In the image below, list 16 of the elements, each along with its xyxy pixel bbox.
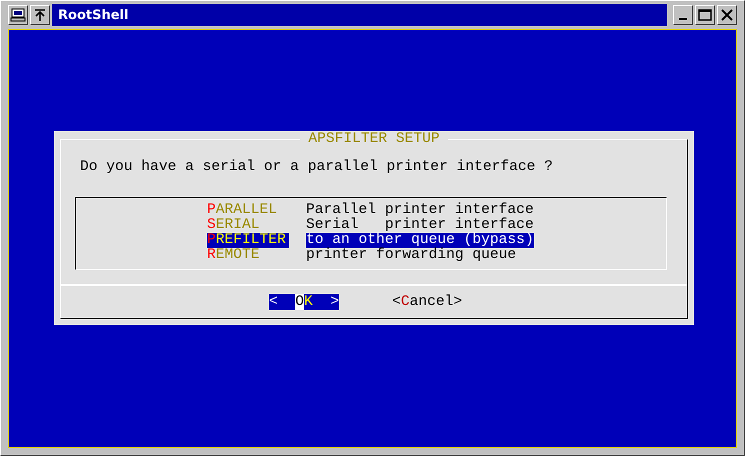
computer-icon[interactable] [8, 5, 28, 25]
close-button[interactable] [717, 5, 737, 25]
maximize-icon [698, 9, 712, 21]
menu-item[interactable]: SERIAL Serial printer interface [207, 218, 666, 233]
dialog-button[interactable]: < OK > [269, 294, 340, 310]
close-icon [721, 9, 733, 21]
dialog-button[interactable]: <Cancel> [392, 294, 462, 310]
maximize-button[interactable] [695, 5, 715, 25]
window-title: RootShell [58, 8, 128, 22]
menu-item[interactable]: REMOTE printer forwarding queue [207, 248, 666, 263]
minimize-button[interactable] [673, 5, 693, 25]
prompt-text: Do you have a serial or a parallel printer interface ? [80, 159, 554, 175]
minimize-icon [679, 18, 687, 20]
pin-icon[interactable] [30, 5, 50, 25]
menu-item[interactable]: PREFILTER to an other queue (bypass) [207, 233, 666, 248]
menu-item[interactable]: PARALLEL Parallel printer interface [207, 203, 666, 218]
